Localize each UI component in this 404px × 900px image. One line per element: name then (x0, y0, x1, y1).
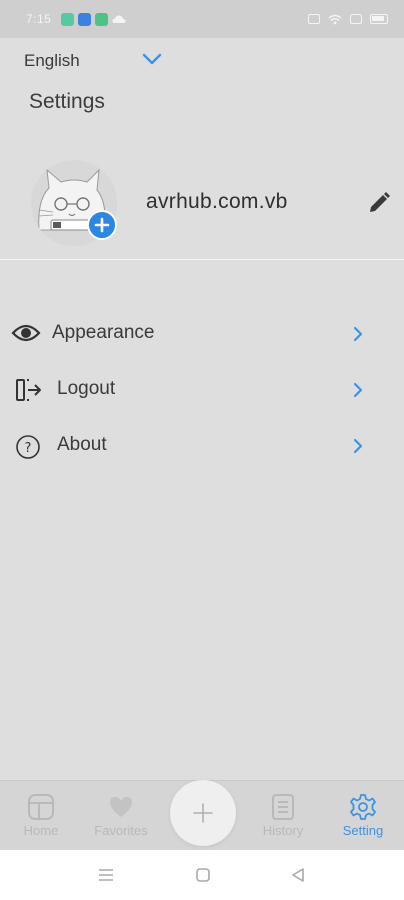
nav-label-home: Home (23, 823, 59, 838)
menu-icon[interactable] (97, 866, 115, 884)
add-photo-button[interactable] (87, 210, 117, 240)
nav-favorites[interactable]: Favorites (86, 789, 156, 845)
home-icon (28, 794, 54, 820)
settings-screen: 7:15 English Settings avrhub.com.vb Appe… (0, 0, 404, 900)
status-app-icons (61, 12, 126, 26)
language-selector[interactable]: English (24, 48, 164, 74)
heart-icon (110, 797, 132, 817)
add-fab-button[interactable] (170, 780, 236, 846)
home-button-icon[interactable] (194, 866, 212, 884)
menu-label-about: About (57, 434, 107, 455)
chevron-right-icon (353, 382, 363, 398)
chevron-right-icon (353, 438, 363, 454)
app-notification-1-icon (61, 12, 75, 26)
menu-item-logout[interactable]: Logout (0, 368, 404, 412)
status-bar: 7:15 (0, 0, 404, 38)
chevron-down-icon (142, 53, 162, 65)
nav-history[interactable]: History (248, 789, 318, 845)
eye-icon (11, 322, 41, 344)
nav-home[interactable]: Home (6, 789, 76, 845)
plus-icon (94, 217, 110, 233)
status-time: 7:15 (26, 12, 52, 26)
profile-divider (0, 259, 404, 260)
system-nav-bar (0, 850, 404, 900)
history-icon (272, 794, 294, 820)
edit-profile-button[interactable] (366, 190, 392, 216)
svg-text:?: ? (25, 441, 32, 456)
plus-icon (193, 803, 213, 823)
nav-label-setting: Setting (342, 823, 384, 838)
app-notification-2-icon (78, 12, 92, 26)
back-icon[interactable] (289, 866, 307, 884)
pencil-icon (370, 192, 390, 212)
logout-icon (15, 378, 43, 402)
gear-icon (350, 794, 376, 820)
vibrate-icon (308, 14, 320, 24)
menu-item-appearance[interactable]: Appearance (0, 312, 404, 356)
username: avrhub.com.vb (146, 190, 288, 213)
menu-label-appearance: Appearance (52, 322, 155, 343)
cloud-icon (112, 15, 126, 23)
menu-label-logout: Logout (57, 378, 116, 399)
chevron-right-icon (353, 326, 363, 342)
battery-icon (370, 14, 388, 24)
nav-label-history: History (262, 823, 304, 838)
wifi-icon (328, 14, 342, 24)
status-system-icons (308, 14, 388, 25)
question-circle-icon: ? (15, 434, 41, 460)
avatar-button[interactable] (31, 160, 117, 246)
language-label: English (24, 51, 80, 70)
sim-icon (350, 14, 362, 24)
app-notification-3-icon (95, 12, 109, 26)
menu-item-about[interactable]: ? About (0, 424, 404, 468)
page-title: Settings (29, 90, 105, 113)
nav-label-favorites: Favorites (94, 823, 148, 838)
nav-setting[interactable]: Setting (328, 789, 398, 845)
